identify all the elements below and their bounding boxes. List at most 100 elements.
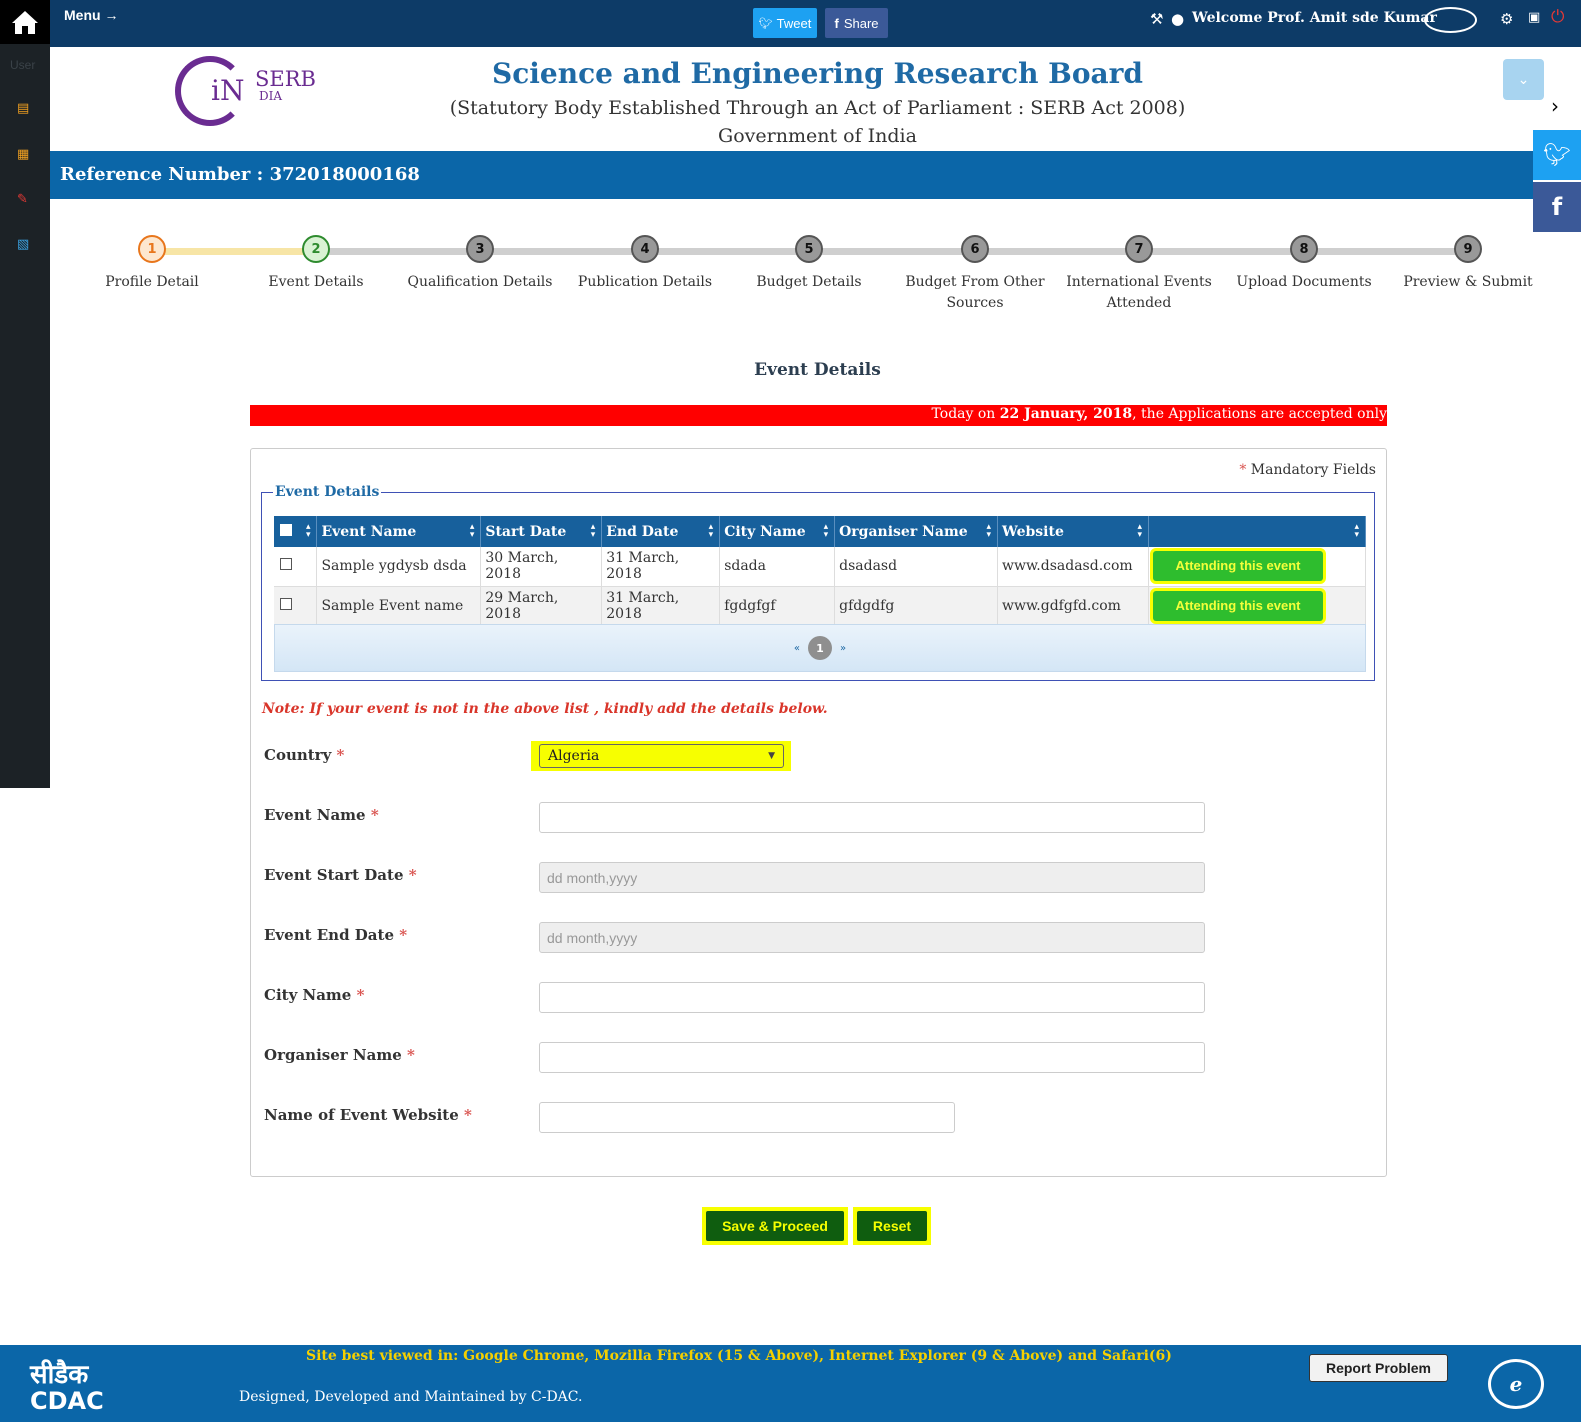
facebook-icon: f — [1551, 193, 1563, 221]
column-header[interactable]: End Date ▴ ▾ — [601, 516, 721, 547]
cogs-icon[interactable]: ⚙ — [1500, 10, 1513, 28]
reference-bar: Reference Number : 372018000168 — [50, 151, 1533, 199]
left-sidebar: User ▤ ▦ ✎ ▧ — [0, 44, 50, 788]
twitter-icon: 🐦︎ — [1543, 142, 1571, 168]
step-2[interactable]: 2 Event Details — [231, 235, 401, 293]
wrench-icon[interactable]: ⚒︎ — [1150, 10, 1163, 28]
event-name-cell: Sample ygdysb dsda — [316, 547, 482, 587]
facebook-side-button[interactable]: f — [1533, 182, 1581, 232]
country-label: Country * — [264, 746, 344, 764]
caret-down-icon: ▼ — [768, 751, 775, 761]
sort-icon[interactable]: ▴ ▾ — [470, 523, 475, 540]
sort-icon[interactable]: ▴ ▾ — [824, 523, 829, 540]
step-1[interactable]: 1 Profile Detail — [67, 235, 237, 293]
column-header-label: Organiser Name — [839, 523, 968, 540]
reset-button[interactable]: Reset — [857, 1211, 927, 1241]
designed-by-text: Designed, Developed and Maintained by C-… — [239, 1389, 583, 1405]
column-header[interactable]: Start Date ▴ ▾ — [480, 516, 603, 547]
required-star: * — [336, 746, 345, 764]
column-header[interactable]: Event Name ▴ ▾ — [316, 516, 482, 547]
end-date-cell: 31 March, 2018 — [601, 547, 721, 587]
step-6[interactable]: 6 Budget From Other Sources — [905, 235, 1045, 314]
city-cell: fgdgfgf — [719, 586, 836, 626]
website-label-text: Name of Event Website — [264, 1106, 459, 1124]
step-4[interactable]: 4 Publication Details — [560, 235, 730, 293]
collapse-header-button[interactable]: ⌄ — [1503, 59, 1544, 100]
action-cell: Attending this event — [1148, 547, 1366, 587]
facebook-icon: f — [834, 15, 839, 31]
page-number-button[interactable]: 1 — [808, 636, 832, 660]
organiser-cell: gfdgdfg — [834, 586, 999, 626]
column-header[interactable]: ▴ ▾ — [1148, 516, 1366, 547]
country-select[interactable]: Algeria ▼ — [539, 744, 784, 768]
start-date-input[interactable]: dd month,yyyy — [539, 862, 1205, 893]
step-number: 9 — [1454, 235, 1482, 263]
row-checkbox[interactable] — [280, 597, 292, 610]
row-select-cell — [274, 547, 318, 587]
home-button[interactable] — [0, 0, 50, 44]
step-label: Upload Documents — [1236, 274, 1372, 290]
step-label: Preview & Submit — [1403, 274, 1533, 290]
column-header[interactable]: Organiser Name ▴ ▾ — [834, 516, 999, 547]
column-header[interactable]: Website ▴ ▾ — [997, 516, 1149, 547]
organiser-cell: dsadasd — [834, 547, 999, 587]
event-name-input[interactable] — [539, 802, 1205, 833]
city-label: City Name * — [264, 986, 364, 1004]
report-problem-button[interactable]: Report Problem — [1309, 1354, 1448, 1382]
edit-icon[interactable]: ✎ — [17, 192, 28, 207]
end-date-cell: 31 March, 2018 — [601, 586, 721, 626]
sort-icon[interactable]: ▴ ▾ — [591, 523, 596, 540]
sort-icon[interactable]: ▴ ▾ — [1354, 523, 1359, 540]
step-5[interactable]: 5 Budget Details — [724, 235, 894, 293]
calculator-icon[interactable]: ▦ — [17, 147, 29, 162]
sort-icon[interactable]: ▴ ▾ — [709, 523, 714, 540]
required-star: * — [406, 1046, 415, 1064]
select-all-header[interactable]: ▴ ▾ — [274, 516, 318, 547]
website-input[interactable] — [539, 1102, 955, 1133]
event-form-panel: * Mandatory Fields Event Details ▴ ▾ Even… — [250, 448, 1387, 1177]
menu-button[interactable]: Menu → — [64, 7, 118, 23]
step-7[interactable]: 7 International Events Attended — [1064, 235, 1214, 314]
step-9[interactable]: 9 Preview & Submit — [1383, 235, 1553, 293]
organiser-input[interactable] — [539, 1042, 1205, 1073]
power-icon[interactable]: ⏻ — [1551, 7, 1564, 27]
top-navbar: Menu → 🐦︎ Tweet f Share ⚒︎ ● Welcome Pro… — [0, 0, 1581, 47]
twitter-side-button[interactable]: 🐦︎ — [1533, 130, 1581, 180]
image-icon[interactable]: ▧ — [17, 237, 29, 252]
sort-icon[interactable]: ▴ ▾ — [986, 523, 991, 540]
next-page-button[interactable]: » — [840, 643, 846, 654]
site-subtitle: (Statutory Body Established Through an A… — [449, 97, 1186, 119]
city-input[interactable] — [539, 982, 1205, 1013]
profile-oval[interactable] — [1424, 7, 1477, 33]
country-select-highlight: Algeria ▼ — [531, 741, 791, 771]
country-label-text: Country — [264, 746, 332, 764]
sort-icon[interactable]: ▴ ▾ — [306, 523, 311, 540]
step-label: Qualification Details — [407, 274, 553, 290]
prev-page-button[interactable]: « — [794, 643, 800, 654]
step-3[interactable]: 3 Qualification Details — [395, 235, 565, 293]
column-header[interactable]: City Name ▴ ▾ — [719, 516, 836, 547]
end-date-input[interactable]: dd month,yyyy — [539, 922, 1205, 953]
cdac-hindi-logo: सीडैक — [30, 1360, 89, 1390]
lock-icon[interactable]: ▣ — [1528, 10, 1540, 25]
select-all-checkbox[interactable] — [280, 523, 292, 536]
fieldset-legend: Event Details — [273, 484, 382, 500]
end-date-label: Event End Date * — [264, 926, 407, 944]
marquee-text: Today on 22 January, 2018, the Applicati… — [932, 406, 1387, 422]
organiser-label-text: Organiser Name — [264, 1046, 402, 1064]
table-row[interactable]: Sample Event name 29 March, 2018 31 Marc… — [274, 586, 1366, 626]
step-8[interactable]: 8 Upload Documents — [1219, 235, 1389, 293]
attend-event-button[interactable]: Attending this event — [1153, 590, 1323, 621]
chevron-right-icon[interactable]: › — [1551, 94, 1559, 118]
tweet-button[interactable]: 🐦︎ Tweet — [753, 8, 817, 38]
organiser-label: Organiser Name * — [264, 1046, 415, 1064]
row-checkbox[interactable] — [280, 558, 292, 571]
start-date-label: Event Start Date * — [264, 866, 417, 884]
share-button[interactable]: f Share — [825, 8, 888, 38]
announcement-marquee: Today on 22 January, 2018, the Applicati… — [250, 405, 1387, 426]
attend-event-button[interactable]: Attending this event — [1153, 551, 1323, 582]
step-label: Profile Detail — [105, 274, 199, 290]
sort-icon[interactable]: ▴ ▾ — [1137, 523, 1142, 540]
save-proceed-button[interactable]: Save & Proceed — [706, 1211, 844, 1241]
table-row[interactable]: Sample ygdysb dsda 30 March, 2018 31 Mar… — [274, 547, 1366, 587]
